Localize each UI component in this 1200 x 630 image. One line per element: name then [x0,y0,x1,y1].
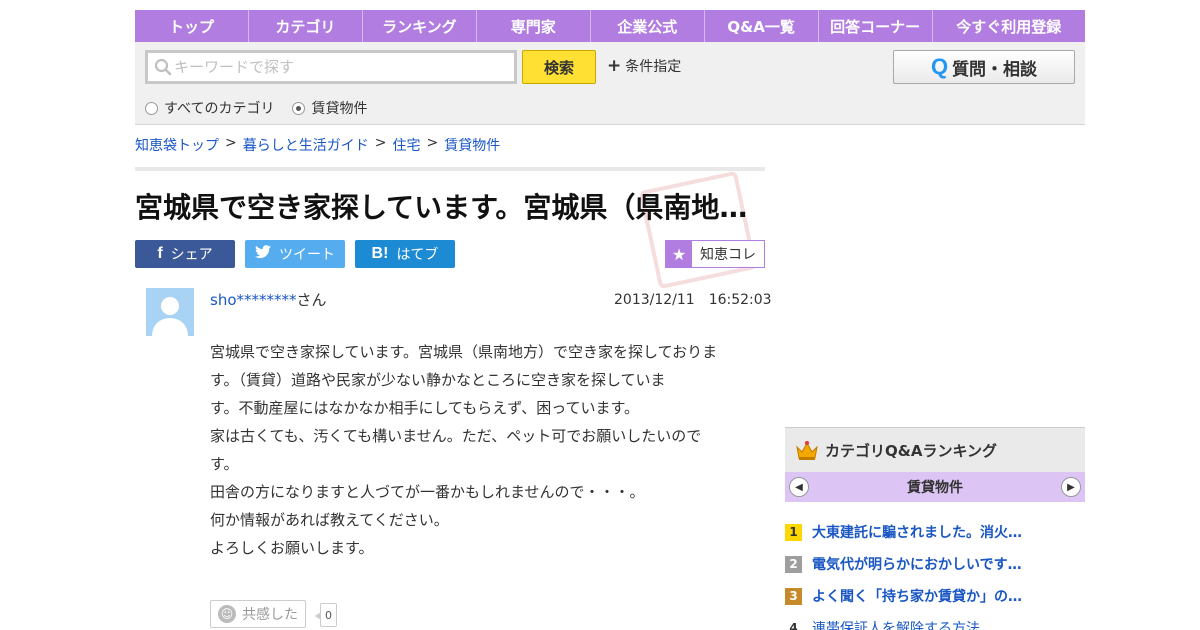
question-line: す。（賃貸）道路や民家が少ない静かなところに空き家を探していま [210,371,666,389]
share-buttons: f シェア ツイート B! はてブ [135,240,455,268]
breadcrumb-separator: > [426,135,439,151]
global-nav: トップ カテゴリ ランキング 専門家 企業公式 Q&A一覧 回答コーナー 今すぐ… [135,10,1085,42]
question-line: 宮城県で空き家探しています。宮城県（県南地方）で空き家を探しておりま [210,343,718,361]
question-line: 家は古くても、汚くても構いません。ただ、ペット可でお願いしたいので [210,427,702,445]
user-suffix: さん [296,291,327,309]
empathy-button[interactable]: ☺ 共感した [210,600,306,628]
breadcrumb-item-rental[interactable]: 賃貸物件 [444,135,500,155]
star-icon: ★ [666,241,692,267]
facebook-share-button[interactable]: f シェア [135,240,235,268]
radio-checked-icon [292,101,306,115]
ranking-link[interactable]: 連帯保証人を解除する方法 … [812,618,998,630]
nav-item-category[interactable]: カテゴリ [249,10,363,42]
hatena-bookmark-button[interactable]: B! はてブ [355,240,455,268]
scope-all-label: すべてのカテゴリ [164,101,275,117]
search-box [145,50,517,84]
facebook-icon: f [157,245,163,262]
post-date: 2013/12/11 16:52:03 [614,292,772,308]
breadcrumb-item-life[interactable]: 暮らしと生活ガイド [243,135,369,155]
ask-label: 質問・相談 [952,59,1038,80]
condition-label: 条件指定 [625,59,682,75]
smile-icon: ☺ [218,605,236,623]
nav-item-top[interactable]: トップ [135,10,249,42]
rank-badge: 2 [785,555,802,573]
nav-item-qa-list[interactable]: Q&A一覧 [705,10,819,42]
rank-badge: 4 [789,621,798,630]
nav-item-register[interactable]: 今すぐ利用登録 [933,10,1085,42]
ranking-list: 1 大東建託に騙されました。消火… 2 電気代が明らかにおかしいです… 3 よく… [785,516,1085,630]
nav-item-ranking[interactable]: ランキング [363,10,477,42]
question-line: 何か情報があれば教えてください。 [210,511,449,529]
nav-item-experts[interactable]: 専門家 [477,10,591,42]
ranking-title: カテゴリQ&Aランキング [825,441,997,460]
crown-icon [796,441,818,460]
question-line: す。不動産屋にはなかなか相手にしてもらえず、困っています。 [210,399,640,417]
ranking-header: カテゴリQ&Aランキング [785,427,1085,472]
empathy-label: 共感した [242,607,298,623]
search-input[interactable] [174,54,514,80]
question-body: 宮城県で空き家探しています。宮城県（県南地方）で空き家を探しておりま す。（賃貸… [210,338,755,562]
nav-item-answer-corner[interactable]: 回答コーナー [819,10,933,42]
twitter-share-button[interactable]: ツイート [245,240,345,268]
question-q-icon: Q [930,54,949,79]
ranking-category-label: 賃貸物件 [907,480,963,496]
next-arrow-icon[interactable]: ▶ [1061,477,1081,497]
page-title: 宮城県で空き家探しています。宮城県（県南地… [135,191,748,224]
breadcrumb-separator: > [374,135,387,151]
search-area: 検索 + 条件指定 Q 質問・相談 すべてのカテゴリ 賃貸物件 [135,42,1085,125]
question-line: よろしくお願いします。 [210,539,374,557]
breadcrumb-separator: > [225,135,237,151]
hatena-b-icon: B! [371,245,389,262]
title-divider [135,167,765,171]
ask-question-button[interactable]: Q 質問・相談 [893,50,1075,84]
search-button[interactable]: 検索 [522,50,596,84]
condition-link[interactable]: + 条件指定 [607,56,681,76]
search-scope: すべてのカテゴリ 賃貸物件 [145,98,367,118]
hatena-label: はてブ [396,247,439,263]
twitter-bird-icon [255,244,271,264]
scope-all-radio[interactable]: すべてのカテゴリ [145,98,274,118]
scope-current-label: 賃貸物件 [311,101,368,117]
chiecolle-label: 知恵コレ [700,247,756,263]
nav-item-official[interactable]: 企業公式 [591,10,705,42]
question-line: す。 [210,455,239,473]
list-item: 1 大東建託に騙されました。消火… [785,516,1085,548]
empathy-count: 0 [315,603,337,627]
list-item: 3 よく聞く「持ち家か賃貸か」の… [785,580,1085,612]
ranking-link[interactable]: 電気代が明らかにおかしいです… [812,554,1022,574]
ranking-category-bar: ◀ 賃貸物件 ▶ [785,472,1085,502]
avatar[interactable] [146,288,194,336]
list-item: 4 連帯保証人を解除する方法 … [785,612,1085,630]
search-icon [152,56,174,78]
rank-badge: 1 [785,523,802,541]
radio-unchecked-icon [145,101,158,115]
category-ranking: カテゴリQ&Aランキング ◀ 賃貸物件 ▶ 1 大東建託に騙されました。消火… … [785,427,1085,630]
user-link[interactable]: sho******** [210,291,297,309]
chiecolle-button[interactable]: ★ 知恵コレ [665,240,765,268]
list-item: 2 電気代が明らかにおかしいです… [785,548,1085,580]
twitter-share-label: ツイート [279,247,335,263]
default-user-icon [152,297,188,336]
breadcrumb-item-housing[interactable]: 住宅 [392,135,420,155]
scope-current-radio[interactable]: 賃貸物件 [292,98,367,118]
ranking-link[interactable]: 大東建託に騙されました。消火… [812,522,1022,542]
facebook-share-label: シェア [170,247,213,263]
rank-badge: 3 [785,587,802,605]
question-line: 田舎の方になりますと人づてが一番かもしれませんので・・・。 [210,483,645,501]
prev-arrow-icon[interactable]: ◀ [789,477,809,497]
ranking-link[interactable]: よく聞く「持ち家か賃貸か」の… [812,586,1022,606]
breadcrumb-item-top[interactable]: 知恵袋トップ [135,135,219,155]
questioner-name: sho********さん [210,289,327,310]
breadcrumb: 知恵袋トップ > 暮らしと生活ガイド > 住宅 > 賃貸物件 [135,135,500,155]
plus-icon: + [607,55,622,76]
